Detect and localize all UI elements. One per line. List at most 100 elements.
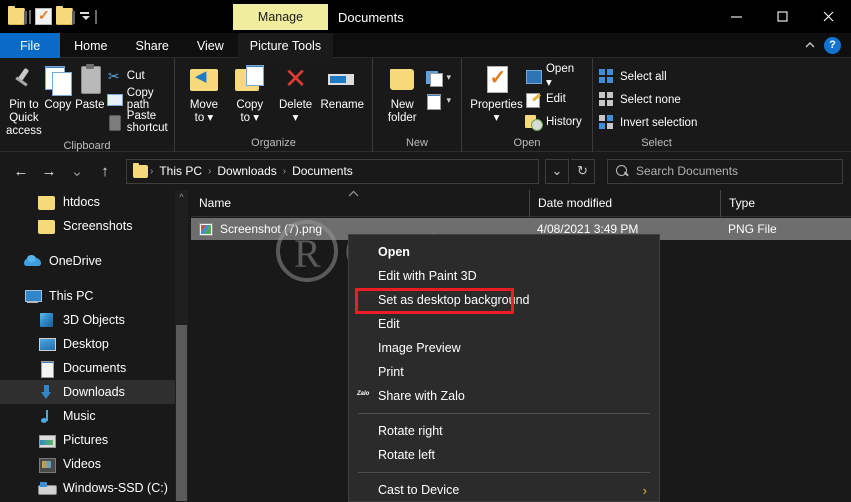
sidebar-item-this-pc[interactable]: This PC	[0, 284, 188, 308]
invert-selection-button[interactable]: Invert selection	[599, 112, 701, 133]
sidebar-item-htdocs[interactable]: htdocs	[0, 190, 188, 214]
sidebar-item-pictures[interactable]: Pictures	[0, 428, 188, 452]
copy-to-icon	[234, 64, 266, 96]
ribbon-tab-strip: File Home Share View Picture Tools ?	[0, 33, 851, 58]
context-menu-item-rotate-left[interactable]: Rotate left	[349, 443, 659, 467]
open-button[interactable]: Open ▾	[525, 62, 586, 89]
breadcrumb-item-this-pc[interactable]: This PC	[155, 164, 206, 178]
forward-button[interactable]: →	[36, 158, 62, 184]
file-name-label: Screenshot (7).png	[220, 222, 323, 236]
manage-contextual-tab[interactable]: Manage	[233, 4, 328, 30]
sidebar-item-screenshots[interactable]: Screenshots	[0, 214, 188, 238]
scrollbar-thumb[interactable]	[176, 325, 187, 501]
tab-picture-tools[interactable]: Picture Tools	[237, 33, 334, 58]
copy-path-icon	[106, 91, 123, 107]
context-menu-item-set-as-desktop-background[interactable]: Set as desktop background	[349, 288, 659, 312]
column-header-name[interactable]: Name	[191, 190, 529, 217]
search-box[interactable]: Search Documents	[607, 158, 843, 184]
maximize-button[interactable]	[759, 0, 805, 33]
breadcrumb-item-documents[interactable]: Documents	[288, 164, 357, 178]
context-menu-item-rotate-right[interactable]: Rotate right	[349, 419, 659, 443]
back-button[interactable]: ←	[8, 158, 34, 184]
sidebar-item-3d-objects[interactable]: 3D Objects	[0, 308, 188, 332]
context-menu-item-label: Print	[378, 365, 404, 379]
pin-label-line2: access	[6, 125, 42, 137]
tab-home-label: Home	[74, 38, 108, 53]
sidebar-item-documents[interactable]: Documents	[0, 356, 188, 380]
pin-to-quick-access-button[interactable]: Pin to Quick access	[6, 62, 42, 138]
copy-to-button[interactable]: Copy to ▾	[227, 62, 273, 125]
sidebar-item-label: Videos	[63, 457, 101, 471]
breadcrumb-item-downloads[interactable]: Downloads	[213, 164, 280, 178]
move-to-icon	[188, 64, 220, 96]
context-menu-item-image-preview[interactable]: Image Preview	[349, 336, 659, 360]
tab-file[interactable]: File	[0, 33, 61, 58]
sidebar-item-onedrive[interactable]: OneDrive	[0, 249, 188, 273]
paste-shortcut-button[interactable]: Paste shortcut	[106, 110, 172, 134]
open-label: Open ▾	[545, 62, 575, 89]
organize-group-body: Move to ▾ Copy to ▾ ✕ Delete ▾ Rename	[175, 58, 372, 135]
tab-view[interactable]: View	[183, 33, 238, 58]
refresh-button[interactable]: ↻	[571, 158, 595, 184]
rename-button[interactable]: Rename	[318, 62, 366, 112]
collapse-ribbon-icon[interactable]	[804, 39, 816, 51]
navigation-scrollbar[interactable]: ^	[175, 190, 188, 502]
ribbon: Pin to Quick access Copy Paste ✂ Cut Cop…	[0, 58, 851, 152]
scroll-up-icon[interactable]: ^	[175, 190, 188, 204]
edit-button[interactable]: Edit	[525, 88, 586, 109]
customize-dropdown-icon[interactable]	[77, 8, 91, 25]
context-menu-separator-1	[358, 413, 650, 414]
properties-icon	[480, 64, 512, 96]
select-all-button[interactable]: Select all	[599, 66, 701, 87]
properties-button[interactable]: Properties ▾	[468, 62, 525, 125]
context-menu-item-edit[interactable]: Edit	[349, 312, 659, 336]
copy-button[interactable]: Copy	[42, 62, 74, 112]
new-folder-icon[interactable]	[56, 6, 75, 25]
close-button[interactable]	[805, 0, 851, 33]
properties-icon[interactable]	[35, 7, 52, 25]
sidebar-item-desktop[interactable]: Desktop	[0, 332, 188, 356]
open-group-label: Open	[513, 137, 541, 149]
tab-share[interactable]: Share	[122, 33, 183, 58]
paste-button[interactable]: Paste	[74, 62, 106, 112]
sidebar-item-videos[interactable]: Videos	[0, 452, 188, 476]
new-folder-label-line2: folder	[387, 112, 417, 124]
cut-button[interactable]: ✂ Cut	[106, 65, 172, 86]
videos-icon	[38, 456, 56, 473]
sidebar-item-music[interactable]: Music	[0, 404, 188, 428]
new-item-button[interactable]: ▾	[425, 67, 455, 88]
file-type-cell: PNG File	[728, 222, 777, 236]
context-menu-item-print[interactable]: Print	[349, 360, 659, 384]
sidebar-item-label: Screenshots	[63, 219, 133, 233]
help-icon[interactable]: ?	[824, 36, 841, 54]
select-none-button[interactable]: Select none	[599, 89, 701, 110]
cut-label: Cut	[126, 69, 145, 82]
context-menu-item-share-with-zalo[interactable]: Share with Zalo	[349, 384, 659, 408]
minimize-button[interactable]	[713, 0, 759, 33]
chevron-down-icon: ⌄	[70, 163, 84, 180]
new-group-label: New	[405, 137, 428, 149]
sidebar-item-windows-ssd[interactable]: Windows-SSD (C:)	[0, 476, 188, 500]
recent-locations-button[interactable]: ⌄	[64, 158, 90, 184]
sidebar-item-downloads[interactable]: Downloads	[0, 380, 188, 404]
breadcrumb[interactable]: › This PC › Downloads › Documents	[126, 158, 539, 184]
tab-home[interactable]: Home	[60, 33, 121, 58]
folder-icon[interactable]	[8, 6, 27, 25]
context-menu-item-open[interactable]: Open	[349, 240, 659, 264]
up-button[interactable]: ↑	[92, 158, 118, 184]
context-menu-item-cast-to-device[interactable]: Cast to Device ›	[349, 478, 659, 502]
ribbon-group-organize: Move to ▾ Copy to ▾ ✕ Delete ▾ Rename	[174, 58, 372, 152]
sort-ascending-icon	[348, 189, 359, 199]
delete-label-line1: Delete	[278, 99, 313, 111]
column-header-date-modified[interactable]: Date modified	[529, 189, 720, 217]
new-folder-button[interactable]: New folder	[379, 62, 425, 125]
context-menu-item-edit-with-paint-3d[interactable]: Edit with Paint 3D	[349, 264, 659, 288]
delete-button[interactable]: ✕ Delete ▾	[273, 62, 319, 125]
move-to-button[interactable]: Move to ▾	[181, 62, 227, 125]
history-button[interactable]: History	[524, 111, 586, 132]
easy-access-button[interactable]: ▾	[425, 90, 455, 111]
copy-path-button[interactable]: Copy path	[106, 87, 172, 111]
column-header-type[interactable]: Type	[720, 189, 851, 217]
address-history-dropdown[interactable]: ⌄	[545, 158, 569, 184]
search-input[interactable]: Search Documents	[636, 164, 738, 178]
